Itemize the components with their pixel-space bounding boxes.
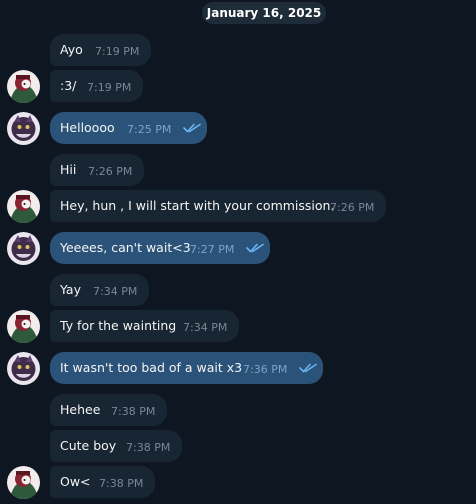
message-text: It wasn't too bad of a wait x3	[60, 360, 243, 375]
message-text: :3/	[60, 78, 77, 93]
message-bubble[interactable]: Ow< 7:38 PM	[50, 466, 155, 498]
contact-avatar-icon	[7, 310, 40, 343]
message-time: 7:38 PM	[111, 405, 156, 418]
message-text: Yay	[60, 282, 81, 297]
message-text: Helloooo	[60, 120, 115, 135]
message-time: 7:38 PM	[99, 477, 144, 490]
message-text: Ty for the wainting	[60, 318, 177, 333]
message-text: Ow<	[60, 474, 91, 489]
contact-avatar-icon	[7, 190, 40, 223]
message-text: Ayo	[60, 42, 83, 57]
message-time: 7:36 PM	[243, 363, 288, 376]
message-time: 7:19 PM	[87, 81, 132, 94]
user-avatar-icon	[7, 112, 40, 145]
date-separator: January 16, 2025	[202, 2, 326, 24]
message-time: 7:34 PM	[183, 321, 228, 334]
message-text: Hehee	[60, 402, 101, 417]
message-text: Hii	[60, 162, 77, 177]
message-text: Hey, hun , I will start with your commis…	[60, 198, 335, 213]
user-avatar[interactable]	[7, 352, 40, 385]
read-checkmarks-icon	[246, 243, 264, 253]
message-time: 7:26 PM	[88, 165, 133, 178]
message-bubble[interactable]: Cute boy 7:38 PM	[50, 430, 182, 462]
message-bubble[interactable]: Ty for the wainting 7:34 PM	[50, 310, 239, 342]
user-avatar-icon	[7, 352, 40, 385]
message-bubble[interactable]: Helloooo 7:25 PM	[50, 112, 207, 144]
read-checkmarks-icon	[183, 123, 201, 133]
message-time: 7:38 PM	[126, 441, 171, 454]
message-time: 7:26 PM	[330, 201, 375, 214]
message-bubble[interactable]: Yeeees, can't wait<3 7:27 PM	[50, 232, 270, 264]
contact-avatar[interactable]	[7, 466, 40, 499]
message-bubble[interactable]: It wasn't too bad of a wait x3 7:36 PM	[50, 352, 323, 384]
message-time: 7:34 PM	[93, 285, 138, 298]
contact-avatar-icon	[7, 70, 40, 103]
user-avatar-icon	[7, 232, 40, 265]
message-bubble[interactable]: Hey, hun , I will start with your commis…	[50, 190, 386, 222]
message-bubble[interactable]: Hehee 7:38 PM	[50, 394, 167, 426]
contact-avatar[interactable]	[7, 70, 40, 103]
message-bubble[interactable]: Hii 7:26 PM	[50, 154, 144, 186]
message-time: 7:27 PM	[190, 243, 235, 256]
user-avatar[interactable]	[7, 232, 40, 265]
contact-avatar[interactable]	[7, 310, 40, 343]
contact-avatar-icon	[7, 466, 40, 499]
message-text: Yeeees, can't wait<3	[60, 240, 191, 255]
message-text: Cute boy	[60, 438, 117, 453]
message-bubble[interactable]: :3/ 7:19 PM	[50, 70, 143, 102]
read-checkmarks-icon	[299, 363, 317, 373]
contact-avatar[interactable]	[7, 190, 40, 223]
message-bubble[interactable]: Yay 7:34 PM	[50, 274, 149, 306]
message-bubble[interactable]: Ayo 7:19 PM	[50, 34, 151, 66]
message-time: 7:25 PM	[127, 123, 172, 136]
message-time: 7:19 PM	[95, 45, 140, 58]
user-avatar[interactable]	[7, 112, 40, 145]
